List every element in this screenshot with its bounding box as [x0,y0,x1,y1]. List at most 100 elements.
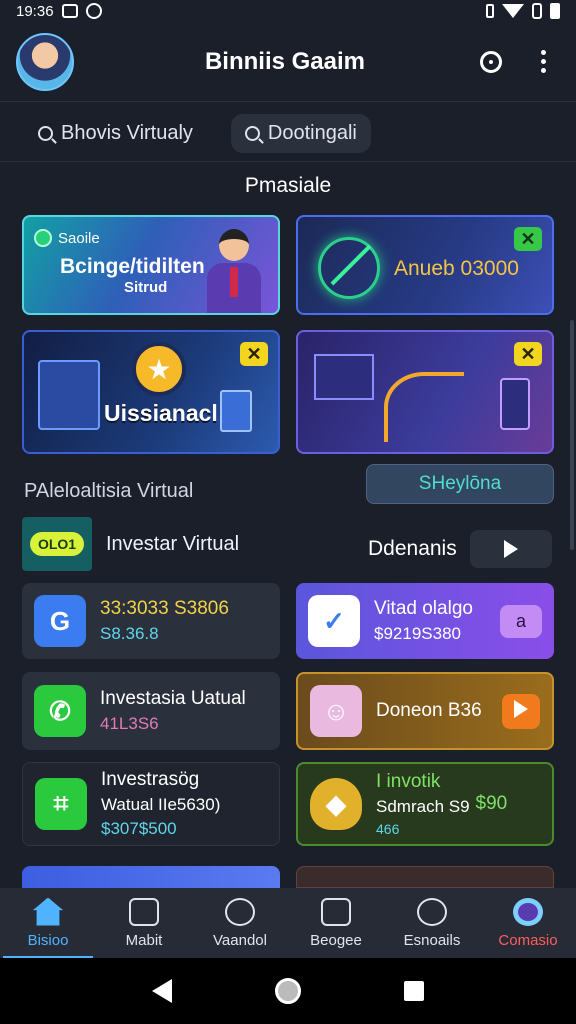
card-title: Vitad olalgo [374,598,473,619]
card-meta: 466 [376,821,400,837]
nav-label: Bisioo [27,931,69,949]
tab-label: Bhovis Virtualy [61,122,193,144]
play-button[interactable] [502,693,540,729]
star-icon: ★ [132,342,186,396]
signal-icon [532,3,542,19]
banner-tag-label: Saoile [58,229,100,247]
phone-illustration [500,378,530,430]
search-icon [38,126,53,141]
system-navigation-bar [0,958,576,1024]
search-icon [244,126,260,141]
bird-app-icon: ✓ [308,595,360,647]
banner-subtitle: Sitrud [124,279,168,296]
list-item[interactable]: G 33:3033 S3806 S8.36.8 [22,583,280,659]
search-icon [480,50,502,73]
banner-title: Uissianacl [104,400,218,426]
gauge-illustration [318,237,380,299]
ticket-app-icon: ⌗ [35,778,87,830]
nav-item-mabit[interactable]: Mabit [99,897,189,949]
play-button[interactable] [470,530,552,568]
gauge-icon [225,897,255,926]
laptop-illustration [38,360,100,430]
avatar-app-icon: ☺ [310,685,362,737]
profile-icon [513,897,543,926]
arc-illustration [384,372,464,442]
tab-label: Dootingali [267,122,357,144]
list-item[interactable]: ⌗ Investrasög Watual IIe5630) $307$500 [22,762,280,846]
promo-banner-2[interactable]: Anueb 03000 ✕ [296,215,554,315]
play-icon [504,540,518,558]
nav-item-esnoails[interactable]: Esnoails [387,897,477,949]
more-options-button[interactable] [526,45,560,79]
tag-icon [34,229,52,247]
wifi-icon [502,4,524,18]
promo-banner-4[interactable]: ✕ [296,330,554,454]
list-item[interactable]: ◆ I invotik Sdmrach S9 466 $90 [296,762,554,846]
device-icon [129,897,159,926]
businessman-illustration [204,229,264,313]
app-bar: Binniis Gaaim [0,22,576,102]
card-action-button[interactable]: a [499,604,542,638]
promo-banner-3[interactable]: ★ Uissianacl ✕ [22,330,280,454]
chart-illustration [314,354,374,400]
card-subtitle: Sdmrach S9 [376,797,470,816]
battery-icon [550,3,560,19]
card-value: $9219S380 [374,624,461,643]
card-value: S8.36.8 [100,624,159,643]
list-item[interactable] [22,866,280,888]
back-icon[interactable] [151,979,172,1003]
nav-label: Comasio [498,931,558,949]
investar-logo-icon: OLO1 [22,517,92,571]
screen-illustration [220,390,252,432]
card-title: Investrasög [101,769,200,790]
checkbox-icon [321,897,351,926]
card-title: I invotik [376,771,441,792]
nav-item-beogee[interactable]: Beogee [291,897,381,949]
notification-icon [417,897,447,926]
list-item[interactable]: ✓ Vitad olalgo $9219S380 a [296,583,554,659]
list-item[interactable]: ✆ Investasia Uatual 41L3S6 [22,672,280,750]
card-subtitle: Watual IIe5630) [101,795,221,814]
nav-label: Mabit [125,931,163,949]
play-icon [514,699,528,718]
scrollbar[interactable] [570,320,574,550]
app-g-icon: G [34,595,86,647]
recent-apps-icon[interactable] [404,981,425,1001]
card-value: $307$500 [101,819,177,838]
card-value: $90 [475,793,508,814]
list-item[interactable]: ☺ Doneon B36 [296,672,554,750]
close-button[interactable]: ✕ [514,342,542,366]
list-header-label: Investar Virtual [106,532,240,555]
nav-label: Esnoails [403,931,461,949]
shield-icon: ◆ [310,778,362,830]
close-button[interactable]: ✕ [514,227,542,251]
more-vertical-icon [540,50,546,73]
nav-label: Vaandol [213,931,267,949]
status-time: 19:36 [16,2,54,20]
nav-item-comasio[interactable]: Comasio [483,897,573,949]
avatar[interactable] [16,32,74,91]
tab-bhovis-virtualy[interactable]: Bhovis Virtualy [24,114,207,153]
bluetooth-icon [486,4,494,18]
subheader: PAleloaltisia Virtual [24,480,194,502]
logo-text: OLO1 [29,532,85,556]
banner-text: Anueb 03000 [394,257,519,280]
card-value: 41L3S6 [100,714,159,733]
app-title: Binniis Gaaim [204,47,366,75]
list-item[interactable] [296,866,554,888]
nav-item-bisioo[interactable]: Bisioo [3,897,93,959]
status-bar: 19:36 [0,0,576,22]
tab-dootingali[interactable]: Dootingali [230,114,371,153]
list-header[interactable]: OLO1 Investar Virtual [22,517,239,571]
section-title: Pmasiale [244,174,332,197]
home-button-icon[interactable] [274,978,301,1004]
shey-lona-button[interactable]: SHeylōna [366,464,554,504]
notification-icon [61,4,78,18]
promo-banner-1[interactable]: Saoile Bcinge/tidilten Sitrud [22,215,280,315]
nav-label: Beogee [310,931,362,949]
banner-title: Bcinge/tidilten [60,255,205,278]
card-title: 33:3033 S3806 [100,598,229,619]
close-button[interactable]: ✕ [240,342,268,366]
search-button[interactable] [474,45,508,79]
nav-item-vaandol[interactable]: Vaandol [195,897,285,949]
